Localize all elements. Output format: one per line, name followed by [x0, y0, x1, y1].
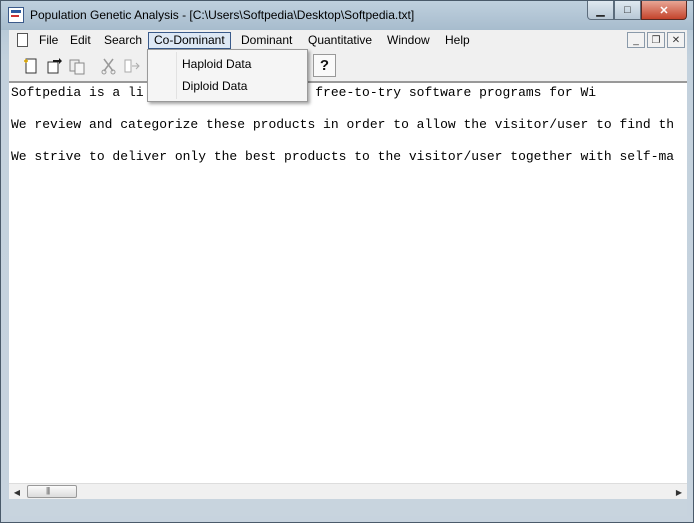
minimize-button[interactable]: ▁ — [587, 1, 614, 20]
menu-co-dominant[interactable]: Co-Dominant — [148, 32, 231, 49]
document-icon[interactable] — [17, 33, 28, 47]
application-window: Population Genetic Analysis - [C:\Users\… — [0, 0, 694, 523]
menu-gutter — [176, 52, 177, 99]
app-icon[interactable] — [8, 7, 24, 23]
menu-item-haploid-data[interactable]: Haploid Data — [182, 57, 251, 71]
close-button[interactable]: ✕ — [641, 1, 687, 20]
mdi-buttons: _ ❐ ✕ — [627, 32, 685, 48]
mdi-minimize-button[interactable]: _ — [627, 32, 645, 48]
copy-icon — [124, 59, 140, 72]
menu-edit[interactable]: Edit — [65, 32, 96, 49]
menu-dominant[interactable]: Dominant — [236, 32, 297, 49]
window-title: Population Genetic Analysis - [C:\Users\… — [30, 8, 415, 22]
window-bottom-border — [9, 499, 687, 516]
menu-item-diploid-data[interactable]: Diploid Data — [182, 79, 247, 93]
open-button[interactable] — [42, 54, 65, 77]
help-button[interactable]: ? — [313, 54, 336, 77]
text-line: We strive to deliver only the best produ… — [11, 149, 675, 164]
menu-bar: File Edit Search Co-Dominant Dominant Qu… — [9, 30, 687, 52]
menu-quantitative[interactable]: Quantitative — [303, 32, 377, 49]
horizontal-scrollbar[interactable]: ◀ ▶ — [9, 483, 687, 500]
open-icon — [47, 57, 62, 73]
maximize-button[interactable]: □ — [614, 1, 641, 20]
menu-help[interactable]: Help — [440, 32, 475, 49]
menu-file[interactable]: File — [34, 32, 63, 49]
scroll-right-arrow-icon[interactable]: ▶ — [671, 484, 687, 500]
cut-icon — [101, 58, 115, 74]
help-icon: ? — [319, 57, 330, 74]
scroll-left-arrow-icon[interactable]: ◀ — [9, 484, 25, 500]
toolbar: ? — [9, 51, 687, 81]
cut-button[interactable] — [97, 54, 120, 77]
copy-button[interactable] — [120, 54, 143, 77]
menu-window[interactable]: Window — [382, 32, 435, 49]
mdi-close-button[interactable]: ✕ — [667, 32, 685, 48]
scroll-thumb[interactable] — [27, 485, 77, 498]
document-text-area[interactable]: Softpedia is a li 0 free and free-to-try… — [9, 81, 687, 499]
save-icon — [69, 59, 84, 74]
menu-search[interactable]: Search — [99, 32, 147, 49]
mdi-restore-button[interactable]: ❐ — [647, 32, 665, 48]
caption-buttons: ▁ □ ✕ — [587, 1, 687, 20]
text-line: We review and categorize these products … — [11, 117, 675, 132]
new-button[interactable] — [19, 54, 42, 77]
co-dominant-dropdown-menu: Haploid Data Diploid Data — [147, 49, 308, 102]
title-bar[interactable]: Population Genetic Analysis - [C:\Users\… — [1, 1, 693, 30]
new-icon — [23, 58, 36, 73]
save-button[interactable] — [65, 54, 88, 77]
